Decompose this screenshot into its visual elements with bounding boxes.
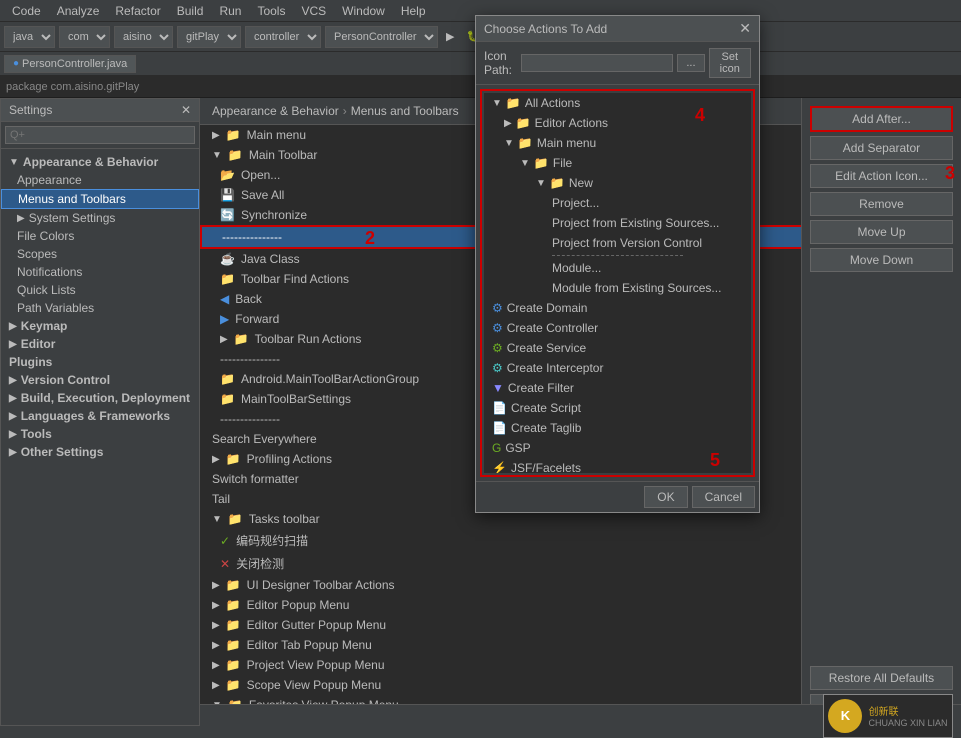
icon-path-label: Icon Path: [484, 49, 517, 77]
modal-cancel-button[interactable]: Cancel [692, 486, 755, 508]
expand-arrow: ▼ [504, 138, 514, 149]
action-icon: 📄 [492, 421, 507, 435]
modal-icon-path-row: Icon Path: ... Set icon [476, 42, 759, 85]
modal-item-label: JSF/Facelets [511, 461, 581, 473]
action-icon: ▼ [492, 381, 504, 395]
modal-item-label: Module from Existing Sources... [552, 281, 721, 295]
folder-icon: 📁 [506, 96, 521, 110]
expand-arrow: ▼ [492, 98, 502, 109]
action-icon: ⚙ [492, 301, 503, 315]
modal-item-label: Project from Existing Sources... [552, 216, 719, 230]
action-icon: ⚙ [492, 321, 503, 335]
modal-title-bar: Choose Actions To Add ✕ [476, 16, 759, 42]
modal-item-jsf[interactable]: ⚡ JSF/Facelets [484, 458, 751, 473]
modal-close-button[interactable]: ✕ [739, 20, 751, 37]
folder-icon: 📁 [518, 136, 533, 150]
modal-actions-tree: ▼ 📁 All Actions ▶ 📁 Editor Actions ▼ 📁 M… [484, 93, 751, 473]
modal-item-label: File [553, 156, 572, 170]
expand-arrow: ▼ [520, 158, 530, 169]
modal-item-create-interceptor[interactable]: ⚙ Create Interceptor [484, 358, 751, 378]
modal-item-project-existing[interactable]: Project from Existing Sources... [484, 213, 751, 233]
modal-item-project-vcs[interactable]: Project from Version Control [484, 233, 751, 253]
modal-item-module-existing[interactable]: Module from Existing Sources... [484, 278, 751, 298]
modal-item-label: All Actions [525, 96, 580, 110]
modal-item-label: Create Filter [508, 381, 574, 395]
modal-item-create-script[interactable]: 📄 Create Script [484, 398, 751, 418]
expand-arrow: ▼ [536, 178, 546, 189]
modal-item-create-controller[interactable]: ⚙ Create Controller [484, 318, 751, 338]
modal-item-create-taglib[interactable]: 📄 Create Taglib [484, 418, 751, 438]
modal-item-label: GSP [505, 441, 530, 455]
modal-item-create-filter[interactable]: ▼ Create Filter [484, 378, 751, 398]
modal-item-file[interactable]: ▼ 📁 File [484, 153, 751, 173]
modal-item-gsp[interactable]: G GSP [484, 438, 751, 458]
icon-path-input[interactable] [521, 54, 673, 72]
expand-arrow: ▶ [504, 118, 512, 129]
modal-item-main-menu[interactable]: ▼ 📁 Main menu [484, 133, 751, 153]
modal-item-new[interactable]: ▼ 📁 New [484, 173, 751, 193]
action-icon: G [492, 441, 501, 455]
modal-item-project[interactable]: Project... [484, 193, 751, 213]
choose-actions-modal: Choose Actions To Add ✕ Icon Path: ... S… [475, 15, 760, 513]
action-icon: ⚡ [492, 461, 507, 473]
modal-item-label: New [569, 176, 593, 190]
modal-item-label: Create Controller [507, 321, 598, 335]
modal-item-label: Create Domain [507, 301, 588, 315]
modal-item-label: Create Script [511, 401, 581, 415]
modal-item-label: Main menu [537, 136, 596, 150]
action-icon: ⚙ [492, 361, 503, 375]
action-icon: ⚙ [492, 341, 503, 355]
modal-item-label: Editor Actions [535, 116, 608, 130]
modal-item-all-actions[interactable]: ▼ 📁 All Actions [484, 93, 751, 113]
modal-item-create-service[interactable]: ⚙ Create Service [484, 338, 751, 358]
modal-item-label: Project from Version Control [552, 236, 702, 250]
modal-footer: OK Cancel [476, 481, 759, 512]
modal-item-label: Create Taglib [511, 421, 582, 435]
modal-item-module[interactable]: Module... [484, 258, 751, 278]
modal-ok-button[interactable]: OK [644, 486, 687, 508]
modal-title: Choose Actions To Add [484, 22, 607, 36]
folder-icon: 📁 [550, 176, 565, 190]
action-icon: 📄 [492, 401, 507, 415]
folder-icon: 📁 [516, 116, 531, 130]
modal-item-label: Module... [552, 261, 601, 275]
modal-overlay: Choose Actions To Add ✕ Icon Path: ... S… [0, 0, 961, 726]
modal-item-label: Project... [552, 196, 599, 210]
modal-item-create-domain[interactable]: ⚙ Create Domain [484, 298, 751, 318]
browse-button[interactable]: ... [677, 54, 704, 72]
folder-icon: 📁 [534, 156, 549, 170]
modal-item-label: Create Service [507, 341, 586, 355]
modal-item-label: Create Interceptor [507, 361, 604, 375]
set-icon-button[interactable]: Set icon [709, 48, 752, 78]
modal-item-editor-actions[interactable]: ▶ 📁 Editor Actions [484, 113, 751, 133]
